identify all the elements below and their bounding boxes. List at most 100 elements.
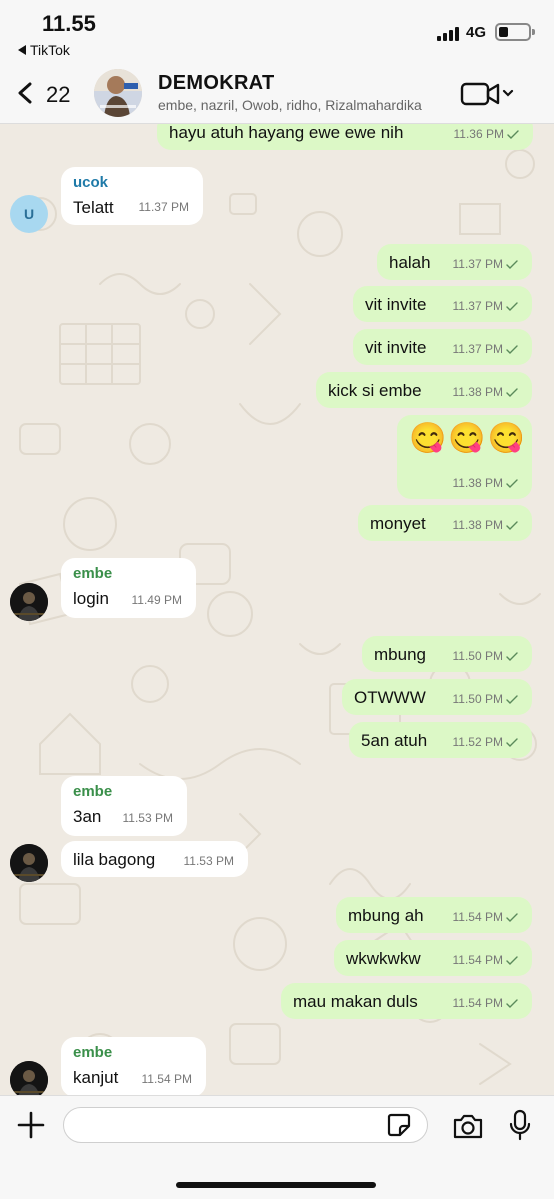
message-text: kanjut: [73, 1068, 119, 1087]
message-text: Telatt: [73, 198, 114, 217]
back-app-label: TikTok: [30, 42, 70, 58]
message-time: 11.38 PM: [452, 385, 503, 399]
sender-avatar[interactable]: [10, 844, 48, 882]
message-time: 11.36 PM: [453, 127, 504, 141]
double-check-icon: [503, 476, 518, 490]
double-check-icon: [503, 692, 518, 706]
message-timestamp: 11.52 PM: [453, 735, 518, 749]
message-time: 11.37 PM: [452, 342, 503, 356]
message-timestamp: 11.49 PM: [132, 593, 182, 607]
message-time: 11.37 PM: [138, 200, 189, 214]
message-timestamp: 11.37 PM: [453, 299, 518, 313]
microphone-icon[interactable]: [508, 1109, 532, 1141]
message-text: OTWWW: [354, 688, 426, 707]
message-time: 11.37 PM: [452, 257, 503, 271]
plus-icon[interactable]: [16, 1110, 46, 1140]
group-avatar[interactable]: [94, 69, 142, 117]
message-timestamp: 11.37 PM: [139, 200, 189, 214]
outgoing-message[interactable]: mbung 11.50 PM: [362, 636, 532, 672]
message-timestamp: 11.37 PM: [453, 342, 518, 356]
message-text: mbung ah: [348, 906, 424, 925]
incoming-message[interactable]: ucok Telatt 11.37 PM: [61, 167, 203, 225]
composer-bar: [0, 1095, 554, 1199]
double-check-icon: [503, 735, 518, 749]
incoming-message[interactable]: embe kanjut 11.54 PM: [61, 1037, 206, 1095]
double-check-icon: [503, 910, 518, 924]
camera-icon[interactable]: [452, 1113, 484, 1139]
message-text: kick si embe: [328, 381, 422, 400]
group-name[interactable]: DEMOKRAT: [158, 72, 274, 95]
outgoing-message[interactable]: monyet 11.38 PM: [358, 505, 532, 541]
incoming-message[interactable]: lila bagong 11.53 PM: [61, 841, 248, 877]
message-text: mbung: [374, 645, 426, 664]
message-text: 3an: [73, 807, 102, 826]
message-timestamp: 11.53 PM: [184, 854, 234, 868]
message-text: halah: [389, 253, 431, 272]
message-timestamp: 11.36 PM: [454, 127, 519, 141]
group-members[interactable]: embe, nazril, Owob, ridho, Rizalmahardik…: [158, 97, 433, 113]
back-triangle-icon: [18, 45, 26, 55]
message-sender[interactable]: embe: [73, 783, 112, 800]
chevron-left-icon[interactable]: [16, 82, 34, 104]
message-sender[interactable]: ucok: [73, 174, 108, 191]
message-input[interactable]: [63, 1107, 428, 1143]
message-timestamp: 11.54 PM: [453, 953, 518, 967]
double-check-icon: [503, 518, 518, 532]
message-time: 11.54 PM: [141, 1072, 192, 1086]
unread-count[interactable]: 22: [46, 82, 70, 108]
sender-avatar[interactable]: [10, 583, 48, 621]
message-sender[interactable]: embe: [73, 565, 112, 582]
double-check-icon: [503, 649, 518, 663]
message-timestamp: 11.38 PM: [453, 518, 518, 532]
message-text: mau makan duls: [293, 992, 418, 1011]
message-text: login: [73, 589, 109, 608]
home-indicator: [176, 1182, 376, 1188]
battery-icon: [495, 23, 535, 41]
outgoing-message[interactable]: vit invite 11.37 PM: [353, 329, 532, 365]
outgoing-message[interactable]: 5an atuh 11.52 PM: [349, 722, 532, 758]
outgoing-message[interactable]: mau makan duls 11.54 PM: [281, 983, 532, 1019]
message-timestamp: 11.50 PM: [453, 649, 518, 663]
message-timestamp: 11.50 PM: [453, 692, 518, 706]
video-call-icon[interactable]: [460, 81, 516, 107]
message-time: 11.38 PM: [452, 476, 503, 490]
chat-area[interactable]: hayu atuh hayang ewe ewe nih 11.36 PM ucok…: [0, 124, 554, 1095]
double-check-icon: [503, 953, 518, 967]
outgoing-message[interactable]: vit invite 11.37 PM: [353, 286, 532, 322]
message-time: 11.54 PM: [452, 910, 503, 924]
incoming-message[interactable]: embe 3an 11.53 PM: [61, 776, 187, 836]
double-check-icon: [503, 385, 518, 399]
chevron-down-icon: [502, 89, 514, 97]
message-time: 11.50 PM: [452, 692, 503, 706]
message-text: lila bagong: [73, 850, 156, 869]
outgoing-message[interactable]: hayu atuh hayang ewe ewe nih 11.36 PM: [157, 124, 533, 150]
message-timestamp: 11.38 PM: [453, 385, 518, 399]
chat-header: 22 DEMOKRAT embe, nazril, Owob, ridho, R…: [0, 62, 554, 124]
sticker-icon[interactable]: [386, 1112, 412, 1138]
message-timestamp: 11.54 PM: [142, 1072, 192, 1086]
message-time: 11.54 PM: [452, 996, 503, 1010]
sender-avatar[interactable]: U: [10, 195, 48, 233]
message-time: 11.52 PM: [452, 735, 503, 749]
sender-avatar[interactable]: [10, 1061, 48, 1095]
message-text: monyet: [370, 514, 426, 533]
double-check-icon: [503, 342, 518, 356]
message-time: 11.49 PM: [131, 593, 182, 607]
incoming-message[interactable]: embe login 11.49 PM: [61, 558, 196, 618]
message-time: 11.54 PM: [452, 953, 503, 967]
message-sender[interactable]: embe: [73, 1044, 112, 1061]
status-time: 11.55: [42, 11, 96, 36]
double-check-icon: [503, 996, 518, 1010]
outgoing-message[interactable]: wkwkwkw 11.54 PM: [334, 940, 532, 976]
back-to-app-link[interactable]: TikTok: [18, 42, 70, 58]
message-timestamp: 11.54 PM: [453, 910, 518, 924]
double-check-icon: [503, 257, 518, 271]
double-check-icon: [504, 127, 519, 141]
message-timestamp: 11.53 PM: [123, 811, 173, 825]
outgoing-message[interactable]: halah 11.37 PM: [377, 244, 532, 280]
outgoing-message[interactable]: mbung ah 11.54 PM: [336, 897, 532, 933]
outgoing-message[interactable]: kick si embe 11.38 PM: [316, 372, 532, 408]
message-time: 11.53 PM: [122, 811, 173, 825]
outgoing-message[interactable]: 😋😋😋 11.38 PM: [397, 415, 532, 499]
outgoing-message[interactable]: OTWWW 11.50 PM: [342, 679, 532, 715]
